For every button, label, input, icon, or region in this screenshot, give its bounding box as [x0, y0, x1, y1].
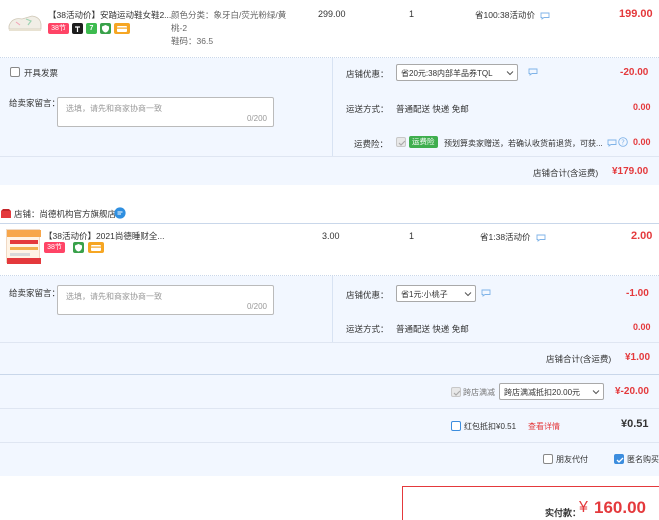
store1-coupon-select[interactable]: 省20元:38内部羊品券TQL — [396, 64, 518, 81]
item1-thumbnail[interactable] — [6, 8, 44, 36]
store1-ship-label: 运送方式： — [346, 104, 389, 114]
item1-title[interactable]: 【38活动价】安踏运动鞋女鞋2... — [48, 9, 171, 21]
red-packet-checkbox[interactable] — [451, 421, 461, 431]
item1-promo: 省100:38活动价 — [475, 10, 535, 20]
store2-message-input[interactable]: 选填，请先和商家协商一致 0/200 — [57, 285, 274, 315]
store1-insurance-checkbox — [396, 137, 406, 147]
chevron-down-icon — [506, 71, 514, 76]
store2-coupon-bubble-icon[interactable] — [481, 289, 491, 297]
store1-insurance-bubble-icon[interactable] — [607, 139, 617, 147]
item2-card-icon — [88, 242, 104, 253]
red-packet-amount: ¥0.51 — [621, 418, 649, 430]
store2-total-label: 店铺合计(含运费) — [546, 354, 612, 364]
store2-ship-label: 运送方式： — [346, 324, 389, 334]
store2-name[interactable]: 店铺：尚德机构官方旗舰店 — [14, 208, 116, 220]
store1-insurance-help-icon[interactable]: ? — [618, 137, 628, 147]
item2-guarantee-icon — [73, 242, 84, 253]
store1-insurance-text: 预划算卖家赠送，若确认收货前退货，可获... — [444, 139, 603, 148]
store1-coupon-label: 店铺优惠： — [346, 69, 389, 79]
cross-discount-value: 跨店满减抵扣20.00元 — [504, 388, 581, 397]
anonymous-label: 匿名购买 — [627, 455, 659, 464]
item1-subtotal: 199.00 — [619, 8, 653, 20]
store2-ship-amount: 0.00 — [633, 322, 651, 332]
store2-coupon-amount: -1.00 — [626, 288, 649, 299]
friend-pay-checkbox[interactable] — [543, 454, 553, 464]
store2-message-count: 0/200 — [246, 302, 267, 311]
store1-coupon-amount: -20.00 — [620, 67, 649, 78]
store-icon — [1, 209, 11, 218]
item1-tmall-icon — [72, 23, 83, 34]
store2-coupon-value: 省1元:小桃子 — [401, 290, 448, 299]
friend-pay-label: 朋友代付 — [556, 455, 588, 464]
pay-label: 实付款： — [545, 508, 582, 518]
store2-coupon-label: 店铺优惠： — [346, 290, 389, 300]
item2-badge-38: 38节 — [44, 242, 65, 253]
payment-summary-box: 实付款： ¥ 160.00 — [402, 486, 659, 520]
item2-promo-bubble-icon[interactable] — [536, 234, 546, 242]
pay-currency: ¥ — [579, 499, 588, 516]
item2-promo: 省1:38活动价 — [480, 232, 531, 242]
cross-discount-select[interactable]: 跨店满减抵扣20.00元 — [499, 383, 604, 400]
item1-guarantee-icon — [100, 23, 111, 34]
item1-badge-38: 38节 — [48, 23, 69, 34]
red-packet-details-link[interactable]: 查看详情 — [528, 421, 560, 432]
red-packet-band — [0, 409, 659, 442]
store1-ship-value: 普通配送 快递 免邮 — [396, 104, 469, 114]
store1-coupon-value: 省20元:38内部羊品券TQL — [401, 69, 493, 78]
item1-row: 【38活动价】安踏运动鞋女鞋2... 38节 7 颜色分类：象牙白/荧光粉绿/黄… — [0, 0, 659, 56]
store2-chat-icon[interactable] — [114, 207, 126, 219]
chevron-down-icon — [464, 292, 472, 297]
pay-amount: 160.00 — [594, 498, 646, 517]
item1-spec-line2: 桃-2 — [171, 23, 188, 33]
store1-total-label: 店铺合计(含运费) — [533, 168, 599, 178]
store2-total-amount: ¥1.00 — [625, 352, 651, 363]
chevron-down-icon — [592, 390, 600, 395]
item1-card-icon — [114, 23, 130, 34]
item1-seven-day-icon: 7 — [86, 23, 97, 34]
cross-discount-amount: ¥-20.00 — [615, 386, 649, 397]
cross-discount-checkbox — [451, 387, 461, 397]
item2-thumbnail[interactable] — [6, 229, 41, 264]
store2-message-label: 给卖家留言： — [9, 288, 61, 298]
red-packet-label: 红包抵扣¥0.51 — [464, 422, 517, 431]
item2-price: 3.00 — [322, 231, 340, 241]
store1-message-placeholder: 选填，请先和商家协商一致 — [66, 104, 162, 113]
item1-spec-line3: 鞋码：36.5 — [171, 36, 214, 46]
divider — [332, 58, 333, 156]
store1-total-amount: ¥179.00 — [612, 166, 649, 177]
item1-promo-bubble-icon[interactable] — [540, 12, 550, 20]
divider — [0, 223, 659, 224]
item1-spec-line1: 颜色分类：象牙白/荧光粉绿/黄 — [171, 10, 287, 20]
store1-message-count: 0/200 — [246, 114, 267, 123]
invoice-label: 开具发票 — [24, 68, 59, 78]
store1-insurance-amount: 0.00 — [633, 137, 651, 147]
store1-insurance-label: 运费险： — [354, 139, 389, 149]
cross-discount-label: 跨店满减 — [463, 388, 495, 397]
item2-title[interactable]: 【38活动价】2021尚德睡财全... — [44, 230, 164, 242]
store2-message-placeholder: 选填，请先和商家协商一致 — [66, 292, 162, 301]
invoice-checkbox[interactable] — [10, 67, 20, 77]
store1-ship-amount: 0.00 — [633, 102, 651, 112]
store1-message-input[interactable]: 选填，请先和商家协商一致 0/200 — [57, 97, 274, 127]
svg-text:?: ? — [621, 139, 625, 147]
store2-coupon-select[interactable]: 省1元:小桃子 — [396, 285, 476, 302]
store1-insurance-badge: 运费险 — [409, 136, 438, 148]
store1-message-label: 给卖家留言： — [9, 98, 61, 108]
anonymous-checkbox[interactable] — [614, 454, 624, 464]
item2-subtotal: 2.00 — [631, 230, 653, 242]
item1-qty: 1 — [409, 9, 415, 19]
store1-coupon-bubble-icon[interactable] — [528, 68, 538, 76]
item2-qty: 1 — [409, 231, 415, 241]
store2-ship-value: 普通配送 快递 免邮 — [396, 324, 469, 334]
item1-price: 299.00 — [318, 9, 346, 19]
divider — [332, 276, 333, 342]
